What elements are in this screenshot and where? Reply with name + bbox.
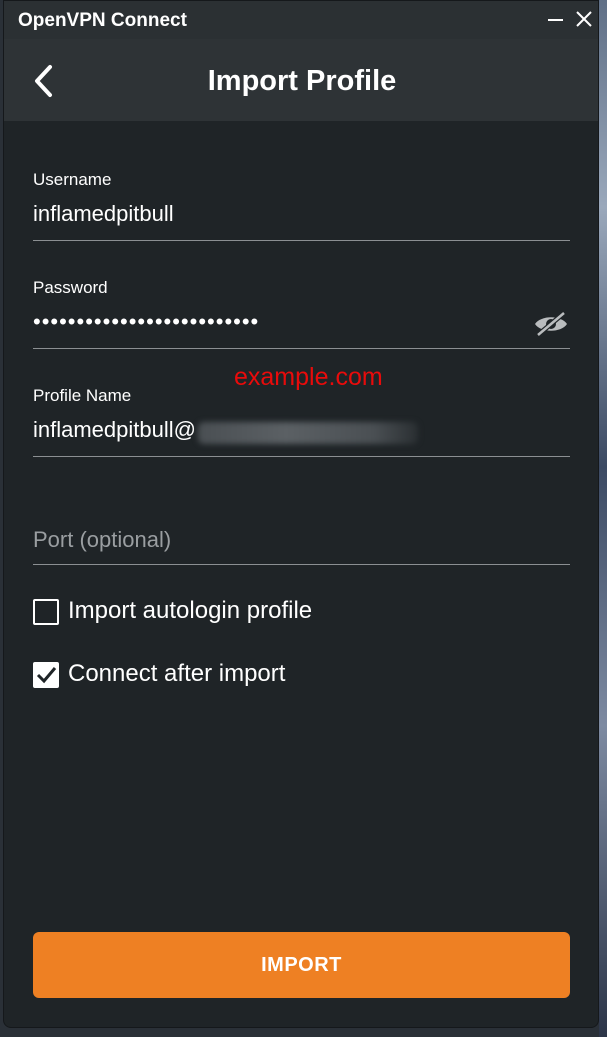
- import-button[interactable]: IMPORT: [33, 932, 570, 998]
- port-field[interactable]: Port (optional): [33, 521, 570, 565]
- port-input[interactable]: Port (optional): [33, 527, 171, 553]
- title-bar: OpenVPN Connect: [4, 1, 598, 39]
- username-input[interactable]: inflamedpitbull: [33, 201, 174, 227]
- app-window: OpenVPN Connect Import Profile Username …: [3, 0, 599, 1028]
- username-field[interactable]: Username inflamedpitbull: [33, 167, 570, 241]
- profile-name-input[interactable]: inflamedpitbull@: [33, 417, 196, 442]
- autologin-option[interactable]: Import autologin profile: [33, 597, 353, 627]
- redacted-domain: [197, 421, 418, 444]
- connect-after-import-checkbox[interactable]: [33, 662, 59, 688]
- page-title: Import Profile: [207, 65, 397, 97]
- show-password-toggle[interactable]: [532, 309, 570, 339]
- eye-slash-icon: [535, 311, 567, 337]
- desktop-background: [599, 0, 607, 1037]
- page-header: Import Profile: [4, 39, 598, 121]
- autologin-label: Import autologin profile: [68, 597, 313, 624]
- profile-name-field[interactable]: Profile Name inflamedpitbull@: [33, 383, 570, 457]
- autologin-checkbox[interactable]: [33, 599, 59, 625]
- minimize-button[interactable]: [544, 7, 568, 31]
- password-field[interactable]: Password ••••••••••••••••••••••••••: [33, 275, 570, 349]
- profile-name-label: Profile Name: [33, 386, 132, 405]
- close-button[interactable]: [572, 7, 596, 31]
- close-icon: [576, 11, 592, 27]
- minimize-icon: [548, 19, 563, 21]
- username-label: Username: [33, 170, 112, 189]
- connect-after-import-option[interactable]: Connect after import: [33, 660, 333, 690]
- password-input[interactable]: ••••••••••••••••••••••••••: [33, 309, 259, 335]
- password-label: Password: [33, 278, 108, 297]
- connect-after-import-label: Connect after import: [68, 660, 286, 687]
- checkmark-icon: [36, 667, 57, 684]
- window-title: OpenVPN Connect: [18, 10, 187, 31]
